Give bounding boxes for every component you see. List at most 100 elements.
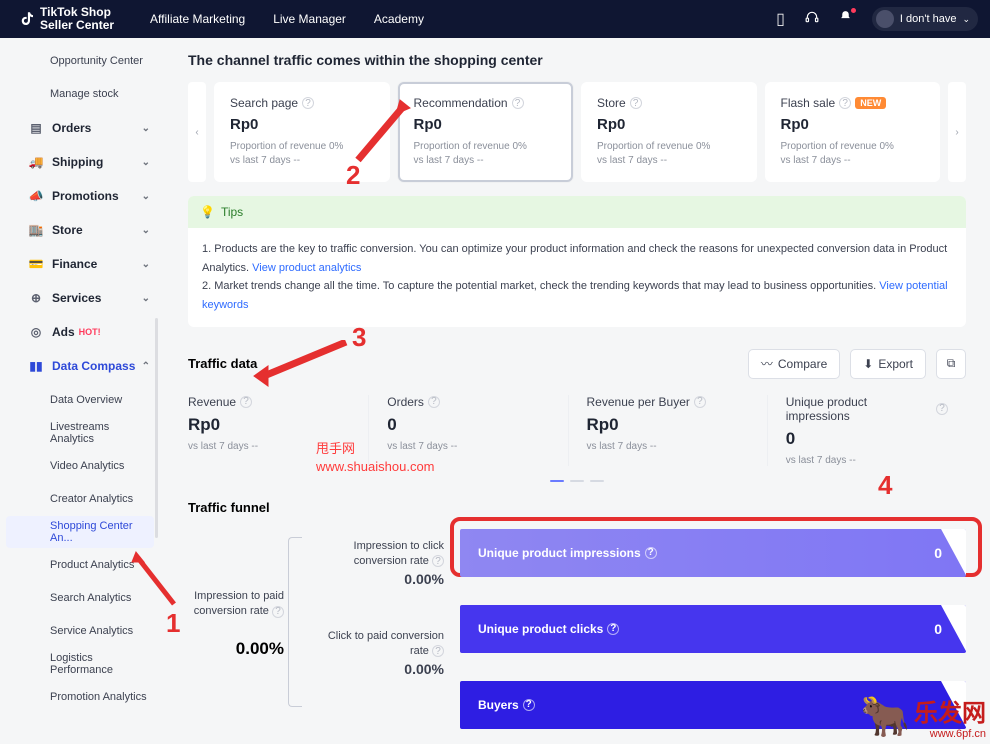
- link-product-analytics[interactable]: View product analytics: [252, 262, 361, 274]
- help-icon[interactable]: ?: [240, 396, 252, 408]
- card-flash-sale[interactable]: Flash sale?NEW Rp0 Proportion of revenue…: [765, 82, 941, 182]
- user-menu[interactable]: I don't have ⌄: [872, 7, 978, 31]
- app-header: TikTok ShopSeller Center Affiliate Marke…: [0, 0, 990, 38]
- help-icon[interactable]: ?: [607, 623, 619, 635]
- help-icon[interactable]: ?: [839, 97, 851, 109]
- sidebar-item-finance[interactable]: 💳Finance⌄: [0, 247, 164, 281]
- sidebar-item-promotions[interactable]: 📣Promotions⌄: [0, 179, 164, 213]
- shipping-icon: 🚚: [28, 155, 44, 169]
- export-button[interactable]: ⬇Export: [850, 349, 926, 379]
- help-icon[interactable]: ?: [428, 396, 440, 408]
- imp-paid-value: 0.00%: [188, 639, 284, 659]
- help-icon[interactable]: ?: [694, 396, 706, 408]
- logo: TikTok ShopSeller Center: [18, 6, 114, 32]
- new-badge: NEW: [855, 97, 886, 109]
- ads-icon: ◎: [28, 325, 44, 339]
- nav-affiliate[interactable]: Affiliate Marketing: [150, 12, 245, 26]
- sidebar: Opportunity Center Manage stock ▤Orders⌄…: [0, 38, 164, 744]
- help-icon[interactable]: ?: [630, 97, 642, 109]
- help-icon[interactable]: ?: [272, 606, 284, 618]
- avatar: [876, 10, 894, 28]
- watermark-shuaishou: 甩手网www.shuaishou.com: [316, 440, 435, 476]
- chevron-down-icon: ⌄: [142, 191, 150, 202]
- funnel-bar-impressions[interactable]: Unique product impressions ? 0: [460, 529, 966, 577]
- sidebar-sub-logistics[interactable]: Logistics Performance: [6, 648, 154, 680]
- tiktok-icon: [18, 10, 36, 28]
- metric-impressions[interactable]: Unique product impressions? 0 vs last 7 …: [768, 395, 966, 466]
- sidebar-sub-video[interactable]: Video Analytics: [6, 450, 154, 482]
- store-icon: 🏬: [28, 223, 44, 237]
- sidebar-sub-shopping-center[interactable]: Shopping Center An...: [6, 516, 154, 548]
- sidebar-item-opportunity[interactable]: Opportunity Center: [6, 45, 154, 77]
- promotions-icon: 📣: [28, 189, 44, 203]
- traffic-data-title: Traffic data: [188, 356, 257, 371]
- main-content: The channel traffic comes within the sho…: [164, 38, 990, 744]
- sidebar-sub-promotion[interactable]: Promotion Analytics: [6, 681, 154, 713]
- annotation-arrow-2: [352, 96, 412, 166]
- annotation-3: 3: [352, 322, 366, 353]
- bracket-icon: [288, 537, 302, 707]
- metrics-pagination[interactable]: [188, 480, 966, 482]
- finance-icon: 💳: [28, 257, 44, 271]
- user-name: I don't have: [900, 13, 957, 25]
- page-title: The channel traffic comes within the sho…: [188, 52, 966, 68]
- help-icon[interactable]: ?: [432, 645, 444, 657]
- sidebar-item-ads[interactable]: ◎AdsHOT!: [0, 315, 164, 349]
- metrics-row: Revenue? Rp0 vs last 7 days -- Orders? 0…: [188, 395, 966, 466]
- compare-button[interactable]: 〰Compare: [748, 349, 840, 379]
- help-icon[interactable]: ?: [432, 555, 444, 567]
- card-recommendation[interactable]: Recommendation? Rp0 Proportion of revenu…: [398, 82, 574, 182]
- help-icon[interactable]: ?: [936, 403, 948, 415]
- card-store[interactable]: Store? Rp0 Proportion of revenue 0% vs l…: [581, 82, 757, 182]
- sidebar-sub-overview[interactable]: Data Overview: [6, 384, 154, 416]
- annotation-1: 1: [166, 608, 180, 639]
- copy-button[interactable]: ⧉: [936, 349, 966, 379]
- services-icon: ⊕: [28, 291, 44, 305]
- carousel-next[interactable]: ›: [948, 82, 966, 182]
- annotation-4: 4: [878, 470, 892, 501]
- chart-icon: 〰: [761, 355, 773, 372]
- sidebar-item-orders[interactable]: ▤Orders⌄: [0, 111, 164, 145]
- sidebar-sub-service[interactable]: Service Analytics: [6, 615, 154, 647]
- watermark-6pf: 🐂 乐发网www.6pf.cn: [860, 693, 986, 740]
- copy-icon: ⧉: [947, 356, 956, 371]
- funnel-title: Traffic funnel: [188, 500, 966, 515]
- help-icon[interactable]: ?: [302, 97, 314, 109]
- tips-panel: 💡Tips 1. Products are the key to traffic…: [188, 196, 966, 327]
- sidebar-sub-livestream[interactable]: Livestreams Analytics: [6, 417, 154, 449]
- metric-revenue-per-buyer[interactable]: Revenue per Buyer? Rp0 vs last 7 days --: [569, 395, 768, 466]
- hot-badge: HOT!: [79, 327, 101, 337]
- carousel-prev[interactable]: ‹: [188, 82, 206, 182]
- chart-icon: ▮▮: [28, 359, 44, 373]
- imp-paid-label: Impression to paid conversion rate ?: [188, 589, 284, 620]
- help-icon[interactable]: ?: [512, 97, 524, 109]
- top-nav: Affiliate Marketing Live Manager Academy: [150, 12, 424, 26]
- chevron-down-icon: ⌄: [962, 14, 970, 25]
- phone-icon[interactable]: ▯: [776, 9, 785, 29]
- chevron-up-icon: ⌃: [142, 361, 150, 372]
- chevron-down-icon: ⌄: [142, 225, 150, 236]
- orders-icon: ▤: [28, 121, 44, 135]
- bulb-icon: 💡: [200, 205, 215, 219]
- help-icon[interactable]: ?: [523, 699, 535, 711]
- sidebar-item-shipping[interactable]: 🚚Shipping⌄: [0, 145, 164, 179]
- nav-academy[interactable]: Academy: [374, 12, 424, 26]
- help-icon[interactable]: ?: [645, 547, 657, 559]
- sidebar-sub-creator[interactable]: Creator Analytics: [6, 483, 154, 515]
- sidebar-item-stock[interactable]: Manage stock: [6, 78, 154, 110]
- tips-title: Tips: [221, 205, 243, 219]
- sidebar-item-services[interactable]: ⊕Services⌄: [0, 281, 164, 315]
- bell-icon[interactable]: [839, 10, 852, 28]
- sidebar-item-data-compass[interactable]: ▮▮Data Compass⌃: [0, 349, 164, 383]
- sidebar-item-store[interactable]: 🏬Store⌄: [0, 213, 164, 247]
- annotation-arrow-3: [250, 340, 350, 390]
- chevron-down-icon: ⌄: [142, 123, 150, 134]
- chevron-down-icon: ⌄: [142, 293, 150, 304]
- brand-line2: Seller Center: [40, 19, 114, 32]
- funnel-bar-clicks[interactable]: Unique product clicks ? 0: [460, 605, 966, 653]
- headset-icon[interactable]: [805, 10, 819, 29]
- chevron-down-icon: ⌄: [142, 157, 150, 168]
- chevron-down-icon: ⌄: [142, 259, 150, 270]
- annotation-arrow-1: [130, 548, 180, 608]
- nav-live[interactable]: Live Manager: [273, 12, 346, 26]
